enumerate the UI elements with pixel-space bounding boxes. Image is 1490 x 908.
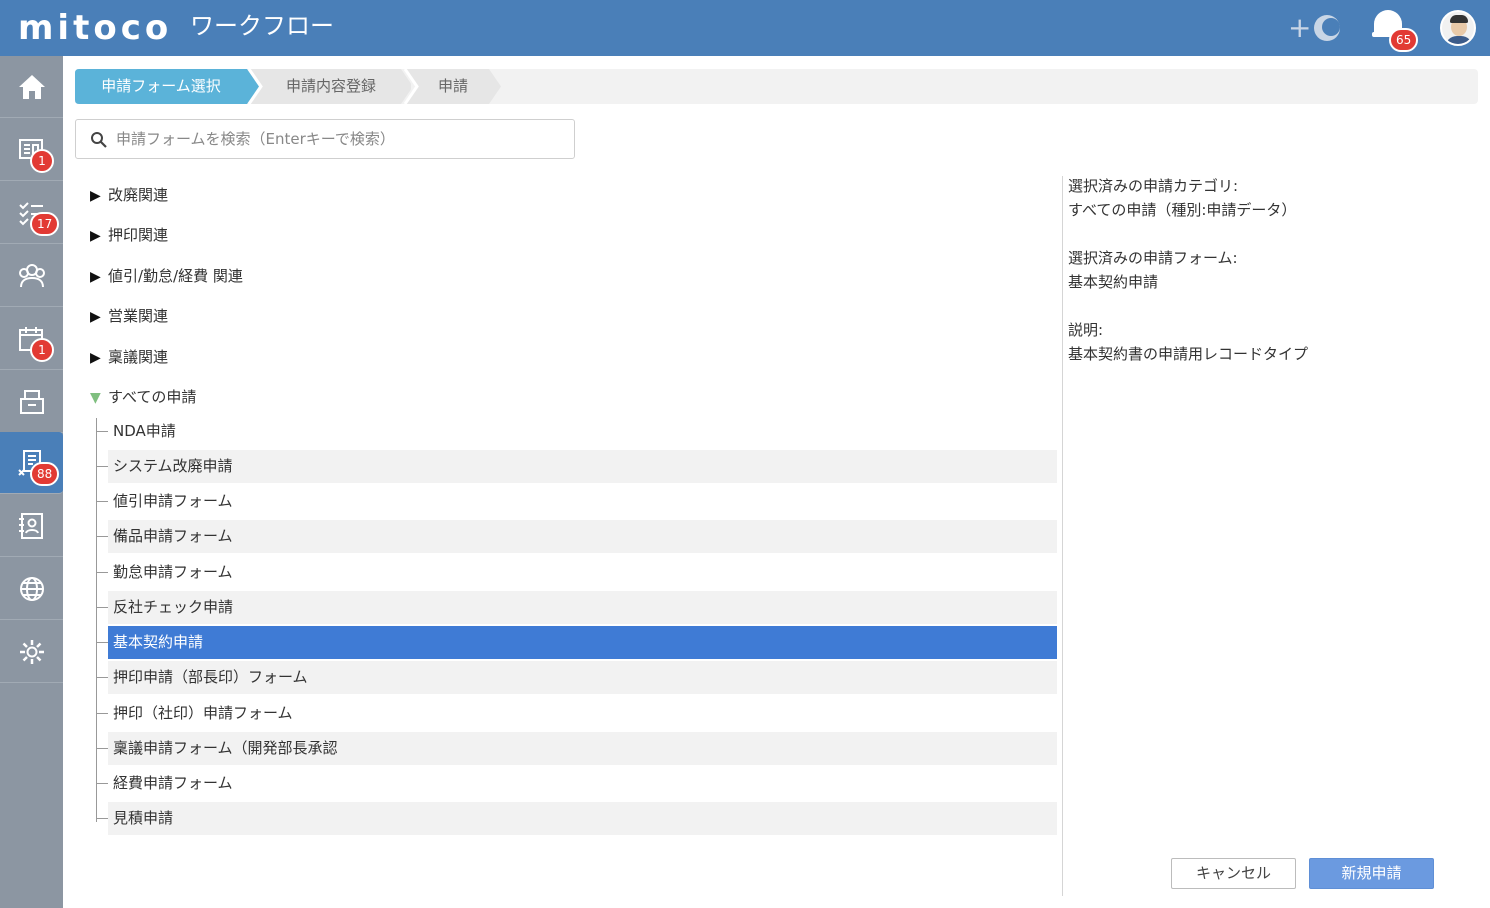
tree-category-label: 値引/勤怠/経費 関連	[108, 267, 243, 285]
caret-right-icon: ▶	[90, 350, 101, 366]
caret-down-icon: ▼	[90, 390, 101, 406]
app-logo[interactable]: mitoco	[18, 6, 172, 50]
selected-category-label: 選択済みの申請カテゴリ:	[1068, 177, 1239, 195]
group-icon	[19, 264, 45, 288]
form-list-item[interactable]: NDA申請	[97, 415, 1057, 448]
sidebar-item-workflow[interactable]: 88	[0, 432, 63, 494]
breadcrumb-step-label: 申請	[437, 77, 468, 95]
sidebar-item-calendar[interactable]: 1	[0, 308, 63, 370]
user-avatar[interactable]	[1440, 10, 1476, 46]
tree-category-label: 稟議関連	[108, 348, 169, 366]
tree-category-label: すべての申請	[108, 388, 197, 406]
selected-form-label: 選択済みの申請フォーム:	[1068, 249, 1238, 267]
caret-right-icon: ▶	[90, 188, 101, 204]
description-value: 基本契約書の申請用レコードタイプ	[1068, 345, 1309, 363]
tree-category[interactable]: ▶ 改廃関連	[90, 182, 168, 208]
search-icon	[91, 132, 107, 148]
sidebar-item-settings[interactable]	[0, 621, 63, 683]
add-status-icon[interactable]: +	[1288, 12, 1344, 44]
tree-category[interactable]: ▶ 稟議関連	[90, 344, 168, 370]
form-list-item[interactable]: 反社チェック申請	[97, 591, 1057, 624]
sidebar-item-board[interactable]: 1	[0, 119, 63, 181]
form-list-item[interactable]: 備品申請フォーム	[97, 520, 1057, 553]
sidebar-item-address-book[interactable]	[0, 495, 63, 557]
sidebar-badge: 1	[30, 338, 54, 362]
sidebar-item-web[interactable]	[0, 558, 63, 620]
top-header: mitoco ワークフロー + 65	[0, 0, 1490, 56]
caret-right-icon: ▶	[90, 309, 101, 325]
search-input[interactable]	[116, 124, 566, 154]
form-list-item[interactable]: 押印（社印）申請フォーム	[97, 697, 1057, 730]
panel-divider	[1062, 176, 1063, 896]
caret-right-icon: ▶	[90, 228, 101, 244]
sidebar-badge: 88	[30, 462, 60, 486]
form-list-item[interactable]: 値引申請フォーム	[97, 485, 1057, 518]
new-application-button[interactable]: 新規申請	[1309, 858, 1434, 889]
sidebar-item-tasks[interactable]: 17	[0, 182, 63, 244]
address-book-icon	[19, 513, 43, 539]
breadcrumb-step-label: 申請フォーム選択	[101, 77, 221, 95]
breadcrumb: 申請フォーム選択 申請内容登録 申請	[75, 69, 1478, 104]
cancel-button[interactable]: キャンセル	[1171, 858, 1296, 889]
sidebar-item-files[interactable]	[0, 371, 63, 433]
form-list-item[interactable]: システム改廃申請	[97, 450, 1057, 483]
sidebar-badge: 1	[30, 149, 54, 173]
sidebar-item-home[interactable]	[0, 56, 63, 118]
globe-icon	[20, 577, 44, 601]
tree-category[interactable]: ▶ 押印関連	[90, 222, 168, 248]
tree-category-label: 営業関連	[108, 307, 169, 325]
form-list-item[interactable]: 稟議申請フォーム（開発部長承認	[97, 732, 1057, 765]
form-list-item[interactable]: 見積申請	[97, 802, 1057, 835]
form-list-item[interactable]: 押印申請（部長印）フォーム	[97, 661, 1057, 694]
gear-icon	[20, 640, 44, 664]
app-title: ワークフロー	[190, 12, 334, 40]
form-list-item-selected[interactable]: 基本契約申請	[97, 626, 1057, 659]
breadcrumb-step-label: 申請内容登録	[285, 77, 376, 95]
form-list-item[interactable]: 勤怠申請フォーム	[97, 556, 1057, 589]
sidebar-nav: 1 17 1 88	[0, 56, 63, 908]
home-icon	[19, 75, 45, 99]
tree-category-label: 改廃関連	[108, 186, 169, 204]
sidebar-item-groups[interactable]	[0, 245, 63, 307]
tree-category[interactable]: ▶ 値引/勤怠/経費 関連	[90, 263, 243, 289]
tree-category-expanded[interactable]: ▼ すべての申請	[90, 384, 196, 410]
tree-category[interactable]: ▶ 営業関連	[90, 303, 168, 329]
breadcrumb-step-apply[interactable]: 申請	[401, 69, 501, 104]
notification-bell-icon[interactable]: 65	[1372, 8, 1419, 52]
breadcrumb-step-select-form[interactable]: 申請フォーム選択	[75, 69, 265, 104]
selected-category-value: すべての申請（種別:申請データ）	[1068, 201, 1297, 219]
selected-form-value: 基本契約申請	[1068, 273, 1159, 291]
description-label: 説明:	[1068, 321, 1104, 339]
form-list-item[interactable]: 経費申請フォーム	[97, 767, 1057, 800]
notification-badge: 65	[1389, 28, 1419, 52]
sidebar-badge: 17	[30, 212, 60, 236]
form-search-box[interactable]	[75, 119, 575, 159]
breadcrumb-step-enter-content[interactable]: 申請内容登録	[243, 69, 411, 104]
tree-connector	[96, 418, 97, 822]
caret-right-icon: ▶	[90, 269, 101, 285]
file-cabinet-icon	[20, 390, 44, 414]
tree-category-label: 押印関連	[108, 226, 169, 244]
